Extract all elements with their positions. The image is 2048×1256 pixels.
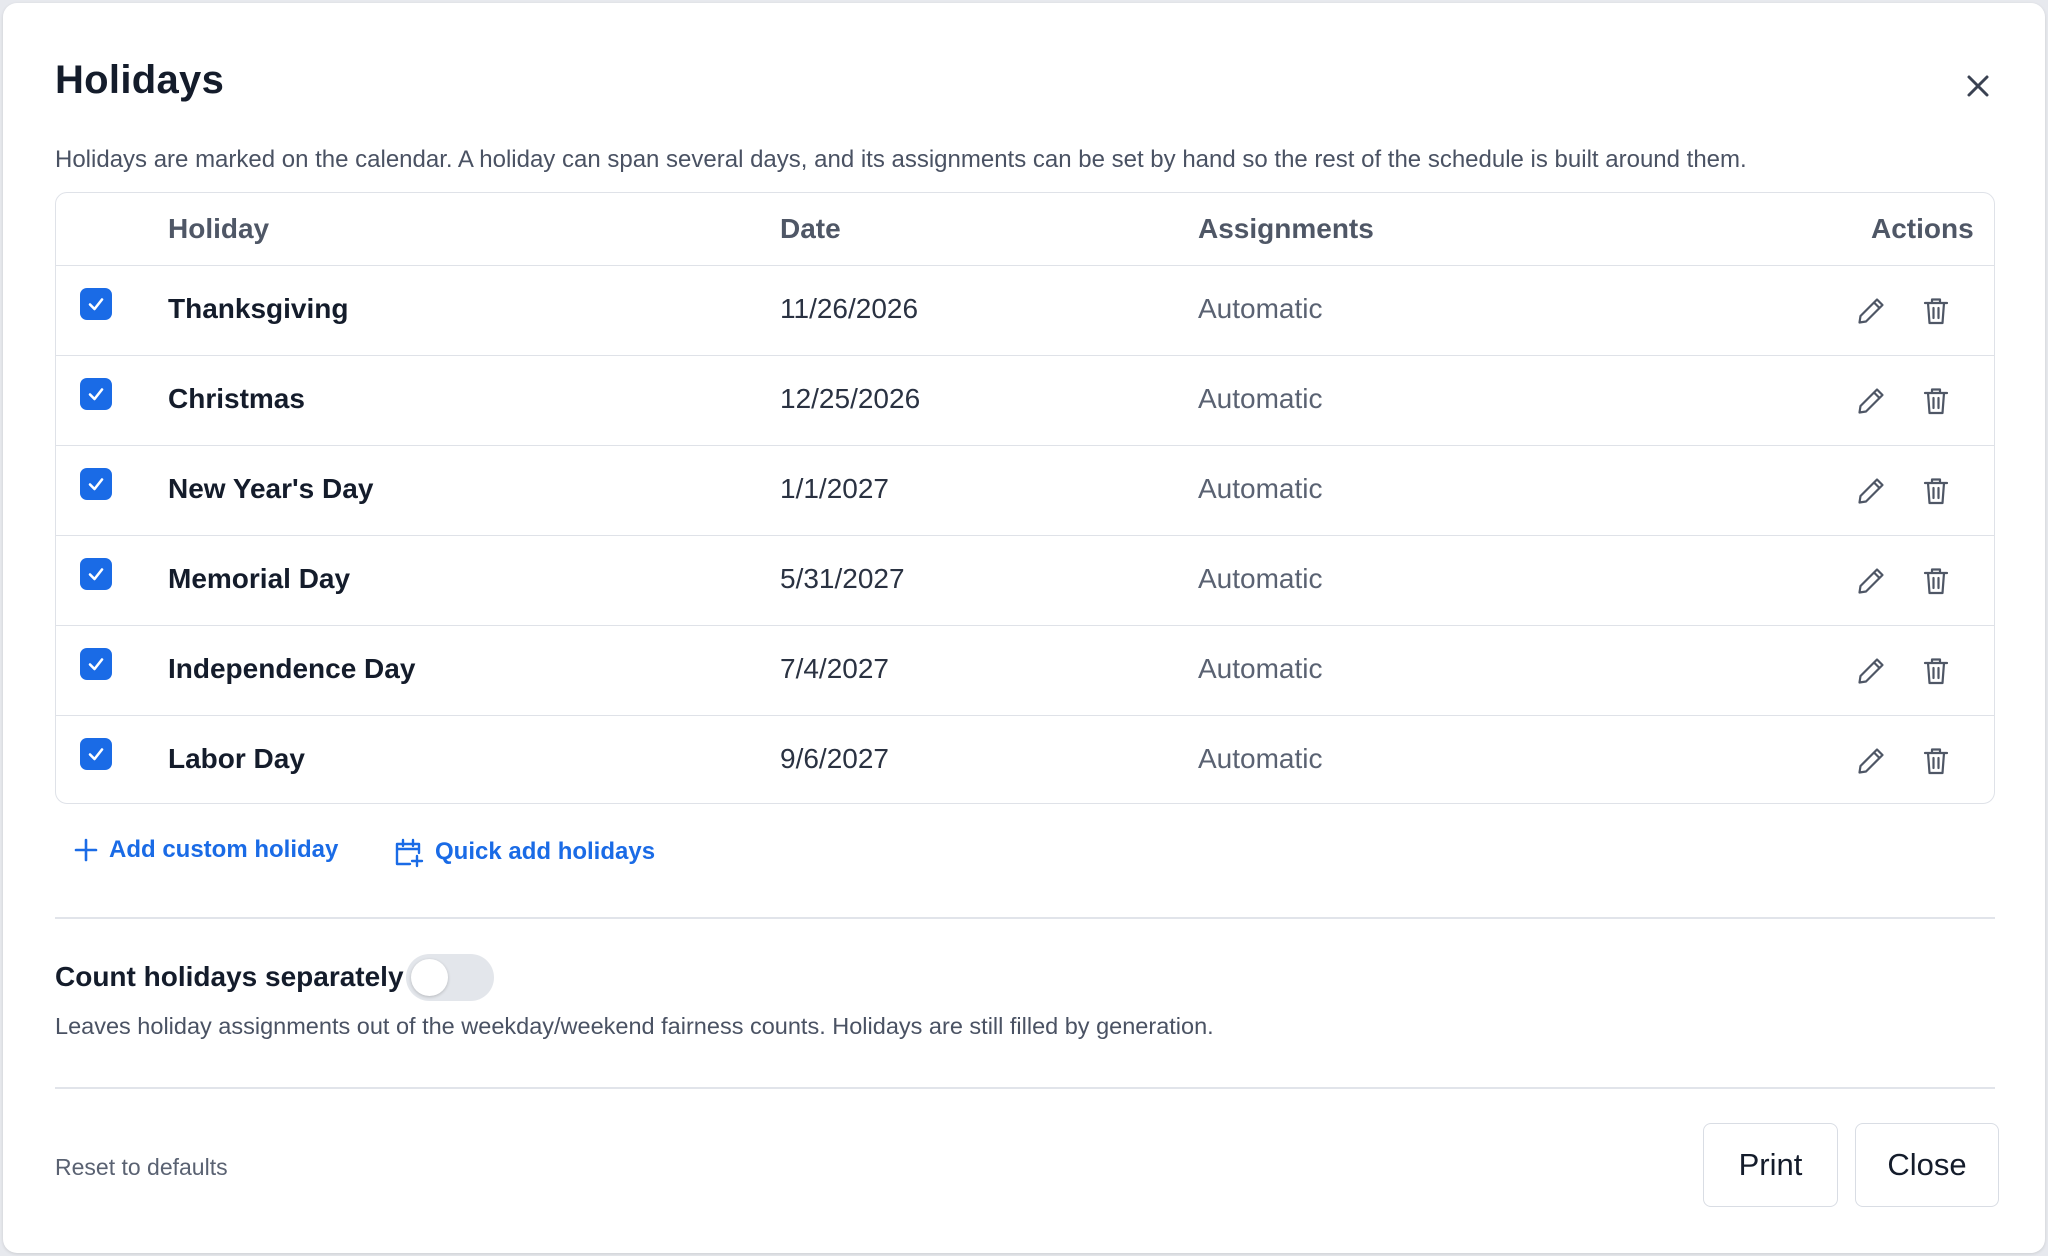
trash-icon <box>1923 478 1949 505</box>
holiday-date: 11/26/2026 <box>780 293 919 324</box>
edit-button[interactable] <box>1854 384 1888 418</box>
trash-icon <box>1923 658 1949 685</box>
checkmark-icon <box>88 388 104 401</box>
table-row: New Year's Day 1/1/2027 Automatic <box>56 446 1994 536</box>
edit-button[interactable] <box>1854 294 1888 328</box>
delete-button[interactable] <box>1919 474 1953 508</box>
edit-button[interactable] <box>1854 564 1888 598</box>
holiday-assignments: Automatic <box>1198 563 1323 594</box>
toggle-knob <box>411 959 448 996</box>
table-row: Labor Day 9/6/2027 Automatic <box>56 716 1994 803</box>
close-button[interactable]: Close <box>1855 1123 1999 1207</box>
dialog-title: Holidays <box>55 58 225 102</box>
holiday-name: Thanksgiving <box>168 293 349 324</box>
count-separately-help: Leaves holiday assignments out of the we… <box>55 1013 1214 1039</box>
header-date: Date <box>780 213 841 244</box>
pencil-icon <box>1858 388 1884 414</box>
dialog-description: Holidays are marked on the calendar. A h… <box>55 146 1747 173</box>
delete-button[interactable] <box>1919 384 1953 418</box>
trash-icon <box>1923 298 1949 325</box>
divider <box>55 917 1995 919</box>
checkmark-icon <box>88 478 104 491</box>
checkmark-icon <box>88 568 104 581</box>
header-holiday: Holiday <box>168 213 270 244</box>
delete-button[interactable] <box>1919 744 1953 778</box>
pencil-icon <box>1858 658 1884 684</box>
row-checkbox[interactable] <box>80 558 112 590</box>
count-separately-label: Count holidays separately <box>55 961 404 992</box>
table-row: Thanksgiving 11/26/2026 Automatic <box>56 266 1994 356</box>
header-assignments: Assignments <box>1198 213 1374 244</box>
holidays-dialog: Holidays Holidays are marked on the cale… <box>3 3 2045 1253</box>
close-icon[interactable] <box>1963 71 1993 101</box>
add-custom-holiday-label: Add custom holiday <box>109 836 339 863</box>
trash-icon <box>1923 748 1949 775</box>
edit-button[interactable] <box>1854 474 1888 508</box>
holiday-assignments: Automatic <box>1198 743 1323 774</box>
row-checkbox[interactable] <box>80 288 112 320</box>
holiday-name: Christmas <box>168 383 305 414</box>
quick-add-holidays-button[interactable]: Quick add holidays <box>393 836 655 868</box>
edit-button[interactable] <box>1854 654 1888 688</box>
holiday-name: New Year's Day <box>168 473 374 504</box>
holiday-date: 12/25/2026 <box>780 383 921 414</box>
row-checkbox[interactable] <box>80 378 112 410</box>
holiday-name: Memorial Day <box>168 563 351 594</box>
pencil-icon <box>1858 478 1884 504</box>
table-row: Memorial Day 5/31/2027 Automatic <box>56 536 1994 626</box>
table-row: Christmas 12/25/2026 Automatic <box>56 356 1994 446</box>
pencil-icon <box>1858 748 1884 774</box>
holiday-assignments: Automatic <box>1198 473 1323 504</box>
print-button[interactable]: Print <box>1703 1123 1838 1207</box>
edit-button[interactable] <box>1854 744 1888 778</box>
checkmark-icon <box>88 658 104 671</box>
holiday-assignments: Automatic <box>1198 293 1323 324</box>
holiday-date: 9/6/2027 <box>780 743 889 774</box>
delete-button[interactable] <box>1919 564 1953 598</box>
add-custom-holiday-button[interactable]: Add custom holiday <box>73 836 338 864</box>
header-actions: Actions <box>1871 213 1974 244</box>
delete-button[interactable] <box>1919 294 1953 328</box>
holiday-name: Labor Day <box>168 743 305 774</box>
trash-icon <box>1923 568 1949 595</box>
divider <box>55 1087 1995 1089</box>
count-separately-toggle[interactable] <box>406 954 494 1001</box>
pencil-icon <box>1858 298 1884 324</box>
checkmark-icon <box>88 748 104 761</box>
quick-add-holidays-label: Quick add holidays <box>435 838 656 865</box>
delete-button[interactable] <box>1919 654 1953 688</box>
holiday-name: Independence Day <box>168 653 416 684</box>
plus-icon <box>74 838 98 862</box>
trash-icon <box>1923 388 1949 415</box>
calendar-plus-icon <box>395 838 424 868</box>
row-checkbox[interactable] <box>80 648 112 680</box>
checkmark-icon <box>88 298 104 311</box>
holiday-date: 5/31/2027 <box>780 563 905 594</box>
holiday-assignments: Automatic <box>1198 653 1323 684</box>
reset-to-defaults-link[interactable]: Reset to defaults <box>55 1154 228 1181</box>
table-header: Holiday Date Assignments Actions <box>56 193 1994 266</box>
row-checkbox[interactable] <box>80 468 112 500</box>
pencil-icon <box>1858 568 1884 594</box>
table-row: Independence Day 7/4/2027 Automatic <box>56 626 1994 716</box>
holidays-table: Holiday Date Assignments Actions Thanksg… <box>55 192 1995 804</box>
holiday-assignments: Automatic <box>1198 383 1323 414</box>
holiday-date: 1/1/2027 <box>780 473 889 504</box>
holiday-date: 7/4/2027 <box>780 653 889 684</box>
row-checkbox[interactable] <box>80 738 112 770</box>
